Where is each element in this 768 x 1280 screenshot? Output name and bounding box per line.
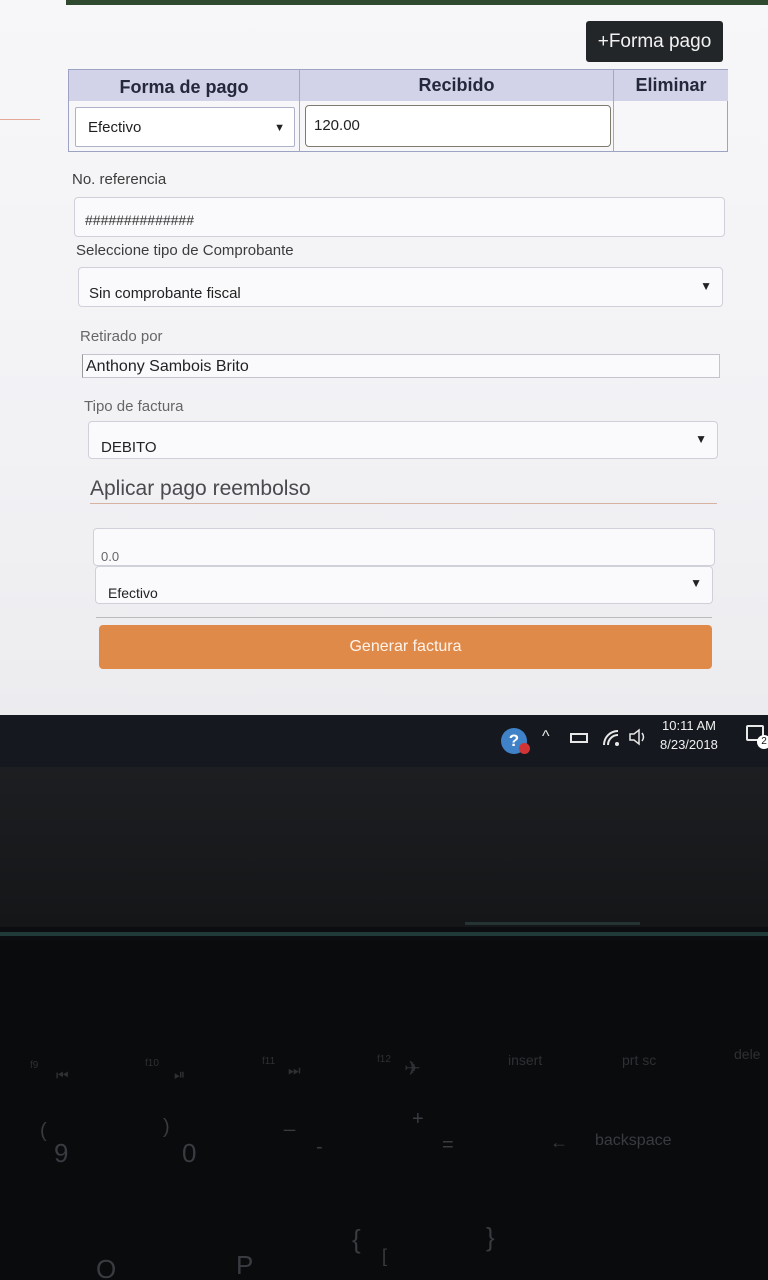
hinge [0, 932, 768, 936]
caret-down-icon: ▼ [695, 432, 707, 446]
key-0: 0 [182, 1138, 197, 1168]
generate-invoice-button[interactable]: Generar factura [99, 625, 712, 669]
key-f10: f10 [145, 1058, 159, 1069]
voucher-select[interactable]: Sin comprobante fiscal ▼ [78, 267, 723, 307]
refund-method-value: Efectivo [108, 585, 158, 601]
key-f9: f9 [30, 1060, 39, 1071]
picked-up-label: Retirado por [80, 328, 163, 345]
received-input[interactable]: 120.00 [305, 105, 611, 147]
add-payment-button[interactable]: +Forma pago [586, 21, 723, 62]
header-payment-method: Forma de pago [69, 70, 300, 101]
next-track-icon: ⏭ [288, 1062, 301, 1078]
cell-received: 120.00 [300, 101, 614, 152]
clock-time[interactable]: 10:11 AM [662, 718, 716, 733]
clock-date[interactable]: 8/23/2018 [660, 737, 718, 752]
key-p: P [236, 1250, 254, 1280]
chevron-up-icon[interactable]: ^ [542, 727, 550, 747]
key-open-bracket: [ [382, 1246, 388, 1266]
key-9: 9 [54, 1138, 69, 1168]
previous-track-icon: ⏮ [56, 1067, 69, 1083]
divider [90, 503, 717, 504]
key-o: O [96, 1254, 117, 1280]
refund-amount-input[interactable]: 0.0 [93, 528, 715, 566]
key-f12: f12 [377, 1054, 391, 1065]
key-f11: f11 [262, 1056, 276, 1067]
reference-label: No. referencia [72, 171, 167, 188]
key-open-brace: { [352, 1224, 361, 1254]
reference-input[interactable]: ############## [74, 197, 725, 237]
payment-method-value: Efectivo [88, 119, 142, 136]
laptop-bezel [0, 767, 768, 927]
invoice-type-select[interactable]: DEBITO ▼ [88, 421, 718, 459]
voucher-value: Sin comprobante fiscal [89, 285, 241, 302]
invoice-type-label: Tipo de factura [84, 398, 184, 415]
airplane-icon: ✈ [404, 1058, 421, 1080]
key-backspace: backspace [595, 1132, 672, 1149]
header-delete: Eliminar [614, 70, 728, 101]
divider [96, 617, 712, 618]
picked-up-input[interactable]: Anthony Sambois Brito [82, 354, 720, 378]
divider [0, 119, 40, 120]
payment-table: Forma de pago Recibido Eliminar Efectivo… [68, 69, 728, 152]
battery-icon[interactable] [570, 733, 588, 743]
key-close-brace: } [486, 1222, 495, 1252]
taskbar: ? ^ 10:11 AM 8/23/2018 2 [0, 715, 768, 767]
cell-method: Efectivo ▼ [69, 101, 300, 152]
invoice-type-value: DEBITO [101, 439, 157, 456]
key-open-paren: ( [40, 1120, 47, 1142]
refund-title: Aplicar pago reembolso [90, 477, 311, 500]
notification-count: 2 [757, 735, 768, 749]
key-plus: + [412, 1108, 424, 1130]
caret-down-icon: ▼ [274, 122, 285, 134]
screen: +Forma pago Forma de pago Recibido Elimi… [0, 0, 768, 725]
hinge-highlight [465, 922, 640, 925]
caret-down-icon: ▼ [700, 279, 712, 293]
key-equals: = [442, 1134, 454, 1156]
volume-icon[interactable] [628, 728, 648, 752]
key-delete: dele [734, 1046, 761, 1062]
key-close-paren: ) [163, 1116, 170, 1138]
voucher-label: Seleccione tipo de Comprobante [76, 242, 294, 259]
play-pause-icon: ⏯ [174, 1066, 186, 1082]
key-underscore: _ [284, 1110, 296, 1132]
payment-method-select[interactable]: Efectivo ▼ [75, 107, 295, 147]
cell-delete [614, 101, 728, 152]
alert-badge-icon [519, 743, 530, 754]
caret-down-icon: ▼ [690, 576, 702, 590]
header-received: Recibido [300, 70, 614, 101]
top-strip [66, 0, 768, 5]
key-insert: insert [508, 1052, 543, 1068]
key-prt-sc: prt sc [622, 1052, 657, 1068]
wifi-icon[interactable] [602, 729, 620, 753]
backspace-arrow-icon: ← [550, 1132, 568, 1152]
keyboard: f9 ⏮ f10 ⏯ f11 ⏭ f12 ✈ insert prt sc del… [0, 940, 768, 1280]
key-minus: - [316, 1136, 323, 1158]
refund-method-select[interactable]: Efectivo ▼ [95, 566, 713, 604]
